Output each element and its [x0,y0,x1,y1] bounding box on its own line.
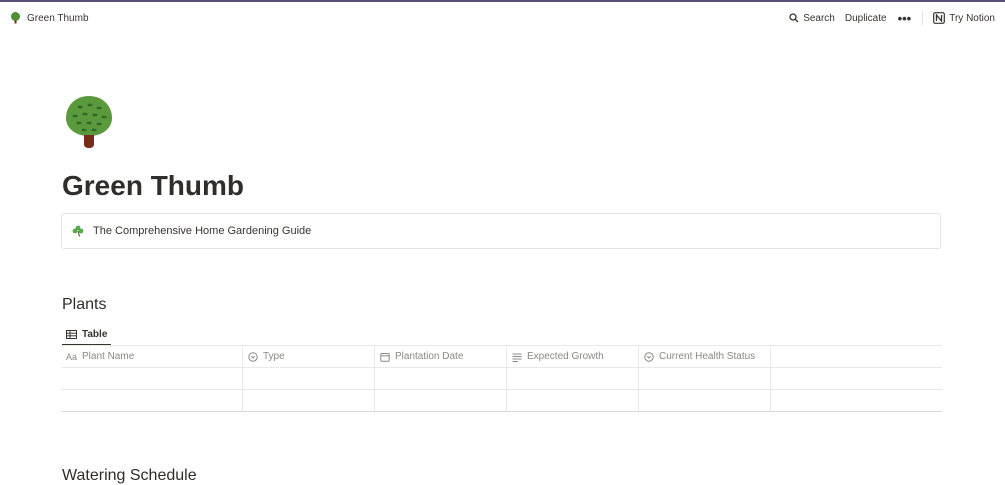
callout-text: The Comprehensive Home Gardening Guide [93,225,312,237]
table-cell[interactable] [243,390,375,411]
table-row[interactable] [61,390,942,412]
column-label: Plant Name [82,351,135,362]
tree-icon[interactable] [63,94,115,150]
tab-table[interactable]: Table [62,324,112,346]
try-notion-button[interactable]: Try Notion [928,12,1000,24]
table-cell[interactable] [639,368,771,389]
text-aa-icon: Aa [66,351,78,362]
table-cell[interactable] [639,390,771,411]
table-header-row: Aa Plant Name Type Plantation Date Expec… [61,345,942,368]
column-label: Current Health Status [659,351,756,362]
column-header-plantation-date[interactable]: Plantation Date [375,346,507,367]
try-notion-label: Try Notion [949,12,995,24]
table-row[interactable] [61,368,942,390]
column-header-plant-name[interactable]: Aa Plant Name [61,346,243,367]
column-label: Expected Growth [527,351,604,362]
more-options-button[interactable]: ••• [892,11,918,26]
table-cell[interactable] [243,368,375,389]
table-icon [66,329,77,339]
table-cell [771,390,942,411]
tree-icon [11,12,20,24]
table-cell[interactable] [61,368,243,389]
tab-table-label: Table [82,328,108,340]
section-title-watering-schedule[interactable]: Watering Schedule [62,467,197,485]
search-icon [789,13,799,23]
lines-icon [512,353,522,362]
column-label: Plantation Date [395,351,464,362]
column-label: Type [263,351,285,362]
callout[interactable]: The Comprehensive Home Gardening Guide [61,213,941,249]
calendar-icon [380,352,390,362]
top-actions: Search Duplicate ••• Try Notion [784,11,1000,26]
table-cell [771,368,942,389]
top-bar: Green Thumb Search Duplicate ••• Try Not… [0,2,1005,34]
search-button[interactable]: Search [784,13,840,24]
search-label: Search [803,12,835,24]
duplicate-button[interactable]: Duplicate [840,13,892,24]
select-icon [248,351,258,362]
column-header-current-health-status[interactable]: Current Health Status [639,346,771,367]
table-cell[interactable] [507,368,639,389]
breadcrumb-label: Green Thumb [27,12,89,24]
table-cell[interactable] [507,390,639,411]
add-column-cell[interactable] [771,346,942,367]
section-title-plants[interactable]: Plants [62,296,106,314]
column-header-expected-growth[interactable]: Expected Growth [507,346,639,367]
table-cell[interactable] [61,390,243,411]
shamrock-icon [72,225,84,237]
select-icon [644,351,654,362]
table-cell[interactable] [375,390,507,411]
column-header-type[interactable]: Type [243,346,375,367]
table-cell[interactable] [375,368,507,389]
duplicate-label: Duplicate [844,12,887,24]
plants-table: Aa Plant Name Type Plantation Date Expec… [61,345,942,412]
page-title[interactable]: Green Thumb [62,170,244,202]
divider [922,11,924,25]
breadcrumb[interactable]: Green Thumb [10,12,89,24]
notion-logo-icon [933,12,946,24]
